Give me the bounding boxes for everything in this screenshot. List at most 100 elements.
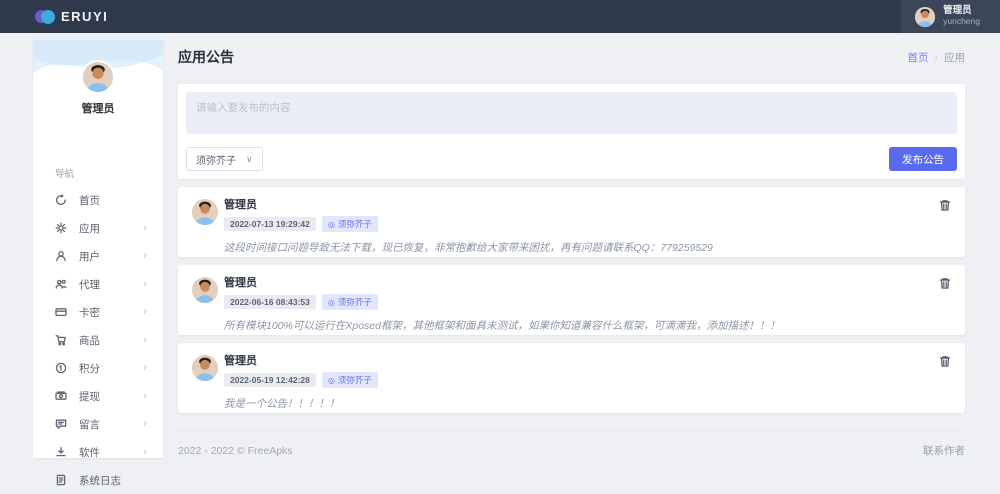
sidebar-item-goods[interactable]: 商品 › [33,326,163,354]
announcement-content-input[interactable] [186,92,957,134]
chevron-down-icon: ∨ [246,154,253,165]
chevron-right-icon: › [143,222,147,234]
sidebar-item-users[interactable]: 用户 › [33,242,163,270]
app-gear-icon [55,222,67,234]
target-icon: ◎ [328,376,335,385]
sidebar-item-software[interactable]: 软件 › [33,438,163,466]
announcement-timestamp-badge: 2022-06-16 08:43:53 [224,295,316,309]
navbar-user-menu[interactable]: 管理员 yuncheng [901,0,1000,33]
copyright-text: 2022 - 2022 © FreeApks [178,445,293,457]
announcement-app-tag: 须弥芥子 [338,218,372,230]
brand-logo-icon [35,10,55,24]
publish-controls: 须弥芥子 ∨ 发布公告 [186,147,957,171]
sidebar-item-label: 提现 [79,389,143,404]
sidebar-item-label: 首页 [79,193,147,208]
brand-logo[interactable]: ERUYI [0,9,108,24]
announcement-header: 管理员 2022-07-13 19:29:42 ◎ 须弥芥子 [192,199,951,232]
navbar-user-account: yuncheng [943,17,980,27]
cart-icon [55,334,67,346]
app-select-value: 须弥芥子 [196,152,236,167]
page-header: 应用公告 首页 › 应用 [178,40,965,74]
announcement-author: 管理员 [224,355,378,368]
sidebar-item-points[interactable]: 积分 › [33,354,163,382]
announcement-author: 管理员 [224,199,378,212]
breadcrumb: 首页 › 应用 [908,50,966,65]
delete-announcement-button[interactable] [939,355,951,368]
sidebar-item-label: 应用 [79,221,143,236]
chevron-right-icon: › [143,278,147,290]
contact-author-link[interactable]: 联系作者 [923,443,965,458]
sidebar-item-home[interactable]: 首页 [33,186,163,214]
page-footer: 2022 - 2022 © FreeApks 联系作者 [178,430,965,470]
sidebar: 管理员 导航 首页 应用 › 用户 › 代理 [33,40,163,458]
chevron-right-icon: › [143,446,147,458]
announcement-card: 管理员 2022-06-16 08:43:53 ◎ 须弥芥子 所有模块100%可… [178,265,965,335]
announcement-content: 我是一个公告！！！！！ [224,396,951,411]
delete-announcement-button[interactable] [939,199,951,212]
target-icon: ◎ [328,220,335,229]
target-icon: ◎ [328,298,335,307]
announcement-timestamp-badge: 2022-07-13 19:29:42 [224,217,316,231]
sidebar-item-label: 积分 [79,361,143,376]
publish-button[interactable]: 发布公告 [889,147,957,171]
agents-icon [55,278,67,290]
delete-announcement-button[interactable] [939,277,951,290]
withdraw-icon [55,390,67,402]
announcement-author-avatar [192,199,218,225]
sidebar-item-messages[interactable]: 留言 › [33,410,163,438]
app-select-dropdown[interactable]: 须弥芥子 ∨ [186,147,263,171]
sidebar-item-label: 软件 [79,445,143,460]
announcement-card: 管理员 2022-05-19 12:42:28 ◎ 须弥芥子 我是一个公告！！！… [178,343,965,413]
announcement-card: 管理员 2022-07-13 19:29:42 ◎ 须弥芥子 这段时间接口问题导… [178,187,965,257]
sidebar-item-cardkeys[interactable]: 卡密 › [33,298,163,326]
breadcrumb-home-link[interactable]: 首页 [908,50,929,65]
announcement-content: 所有模块100%可以运行在Xposed框架，其他框架和面具未测试，如果你知道兼容… [224,318,951,333]
chevron-right-icon: › [143,334,147,346]
announcement-app-tag-badge: ◎ 须弥芥子 [322,372,378,388]
software-icon [55,446,67,458]
announcement-content: 这段时间接口问题导致无法下载，现已恢复，非常抱歉给大家带来困扰，再有问题请联系Q… [224,240,951,255]
announcement-badges: 2022-07-13 19:29:42 ◎ 须弥芥子 [224,216,378,232]
message-icon [55,418,67,430]
log-icon [55,474,67,486]
chevron-right-icon: › [143,390,147,402]
main-content: 应用公告 首页 › 应用 须弥芥子 ∨ 发布公告 管理员 2022-07-13 [178,40,965,470]
chevron-right-icon: › [143,362,147,374]
announcement-header: 管理员 2022-05-19 12:42:28 ◎ 须弥芥子 [192,355,951,388]
sidebar-item-label: 卡密 [79,305,143,320]
sidebar-item-label: 留言 [79,417,143,432]
sidebar-item-label: 商品 [79,333,143,348]
sidebar-profile-avatar [81,60,115,94]
announcement-header: 管理员 2022-06-16 08:43:53 ◎ 须弥芥子 [192,277,951,310]
announcement-author-avatar [192,355,218,381]
sidebar-item-withdraw[interactable]: 提现 › [33,382,163,410]
announcement-badges: 2022-06-16 08:43:53 ◎ 须弥芥子 [224,294,378,310]
sidebar-item-agents[interactable]: 代理 › [33,270,163,298]
announcement-app-tag: 须弥芥子 [338,374,372,386]
chevron-right-icon: › [143,418,147,430]
sidebar-item-systemlog[interactable]: 系统日志 [33,466,163,494]
sidebar-item-apps[interactable]: 应用 › [33,214,163,242]
sidebar-nav-label: 导航 [33,152,163,186]
chevron-right-icon: › [143,250,147,262]
card-icon [55,306,67,318]
home-icon [55,194,67,206]
breadcrumb-current: 应用 [944,50,965,65]
publish-announcement-card: 须弥芥子 ∨ 发布公告 [178,84,965,179]
announcement-author-avatar [192,277,218,303]
top-navbar: ERUYI 管理员 yuncheng [0,0,1000,33]
sidebar-menu: 首页 应用 › 用户 › 代理 › 卡密 [33,186,163,494]
points-icon [55,362,67,374]
announcement-timestamp-badge: 2022-05-19 12:42:28 [224,373,316,387]
brand-name: ERUYI [61,9,108,24]
sidebar-item-label: 用户 [79,249,143,264]
announcement-badges: 2022-05-19 12:42:28 ◎ 须弥芥子 [224,372,378,388]
announcement-author: 管理员 [224,277,378,290]
chevron-right-icon: › [143,306,147,318]
announcement-app-tag-badge: ◎ 须弥芥子 [322,294,378,310]
sidebar-item-label: 代理 [79,277,143,292]
page-title: 应用公告 [178,47,234,67]
sidebar-item-label: 系统日志 [79,473,147,488]
navbar-user-avatar [915,7,935,27]
breadcrumb-separator: › [935,51,939,63]
